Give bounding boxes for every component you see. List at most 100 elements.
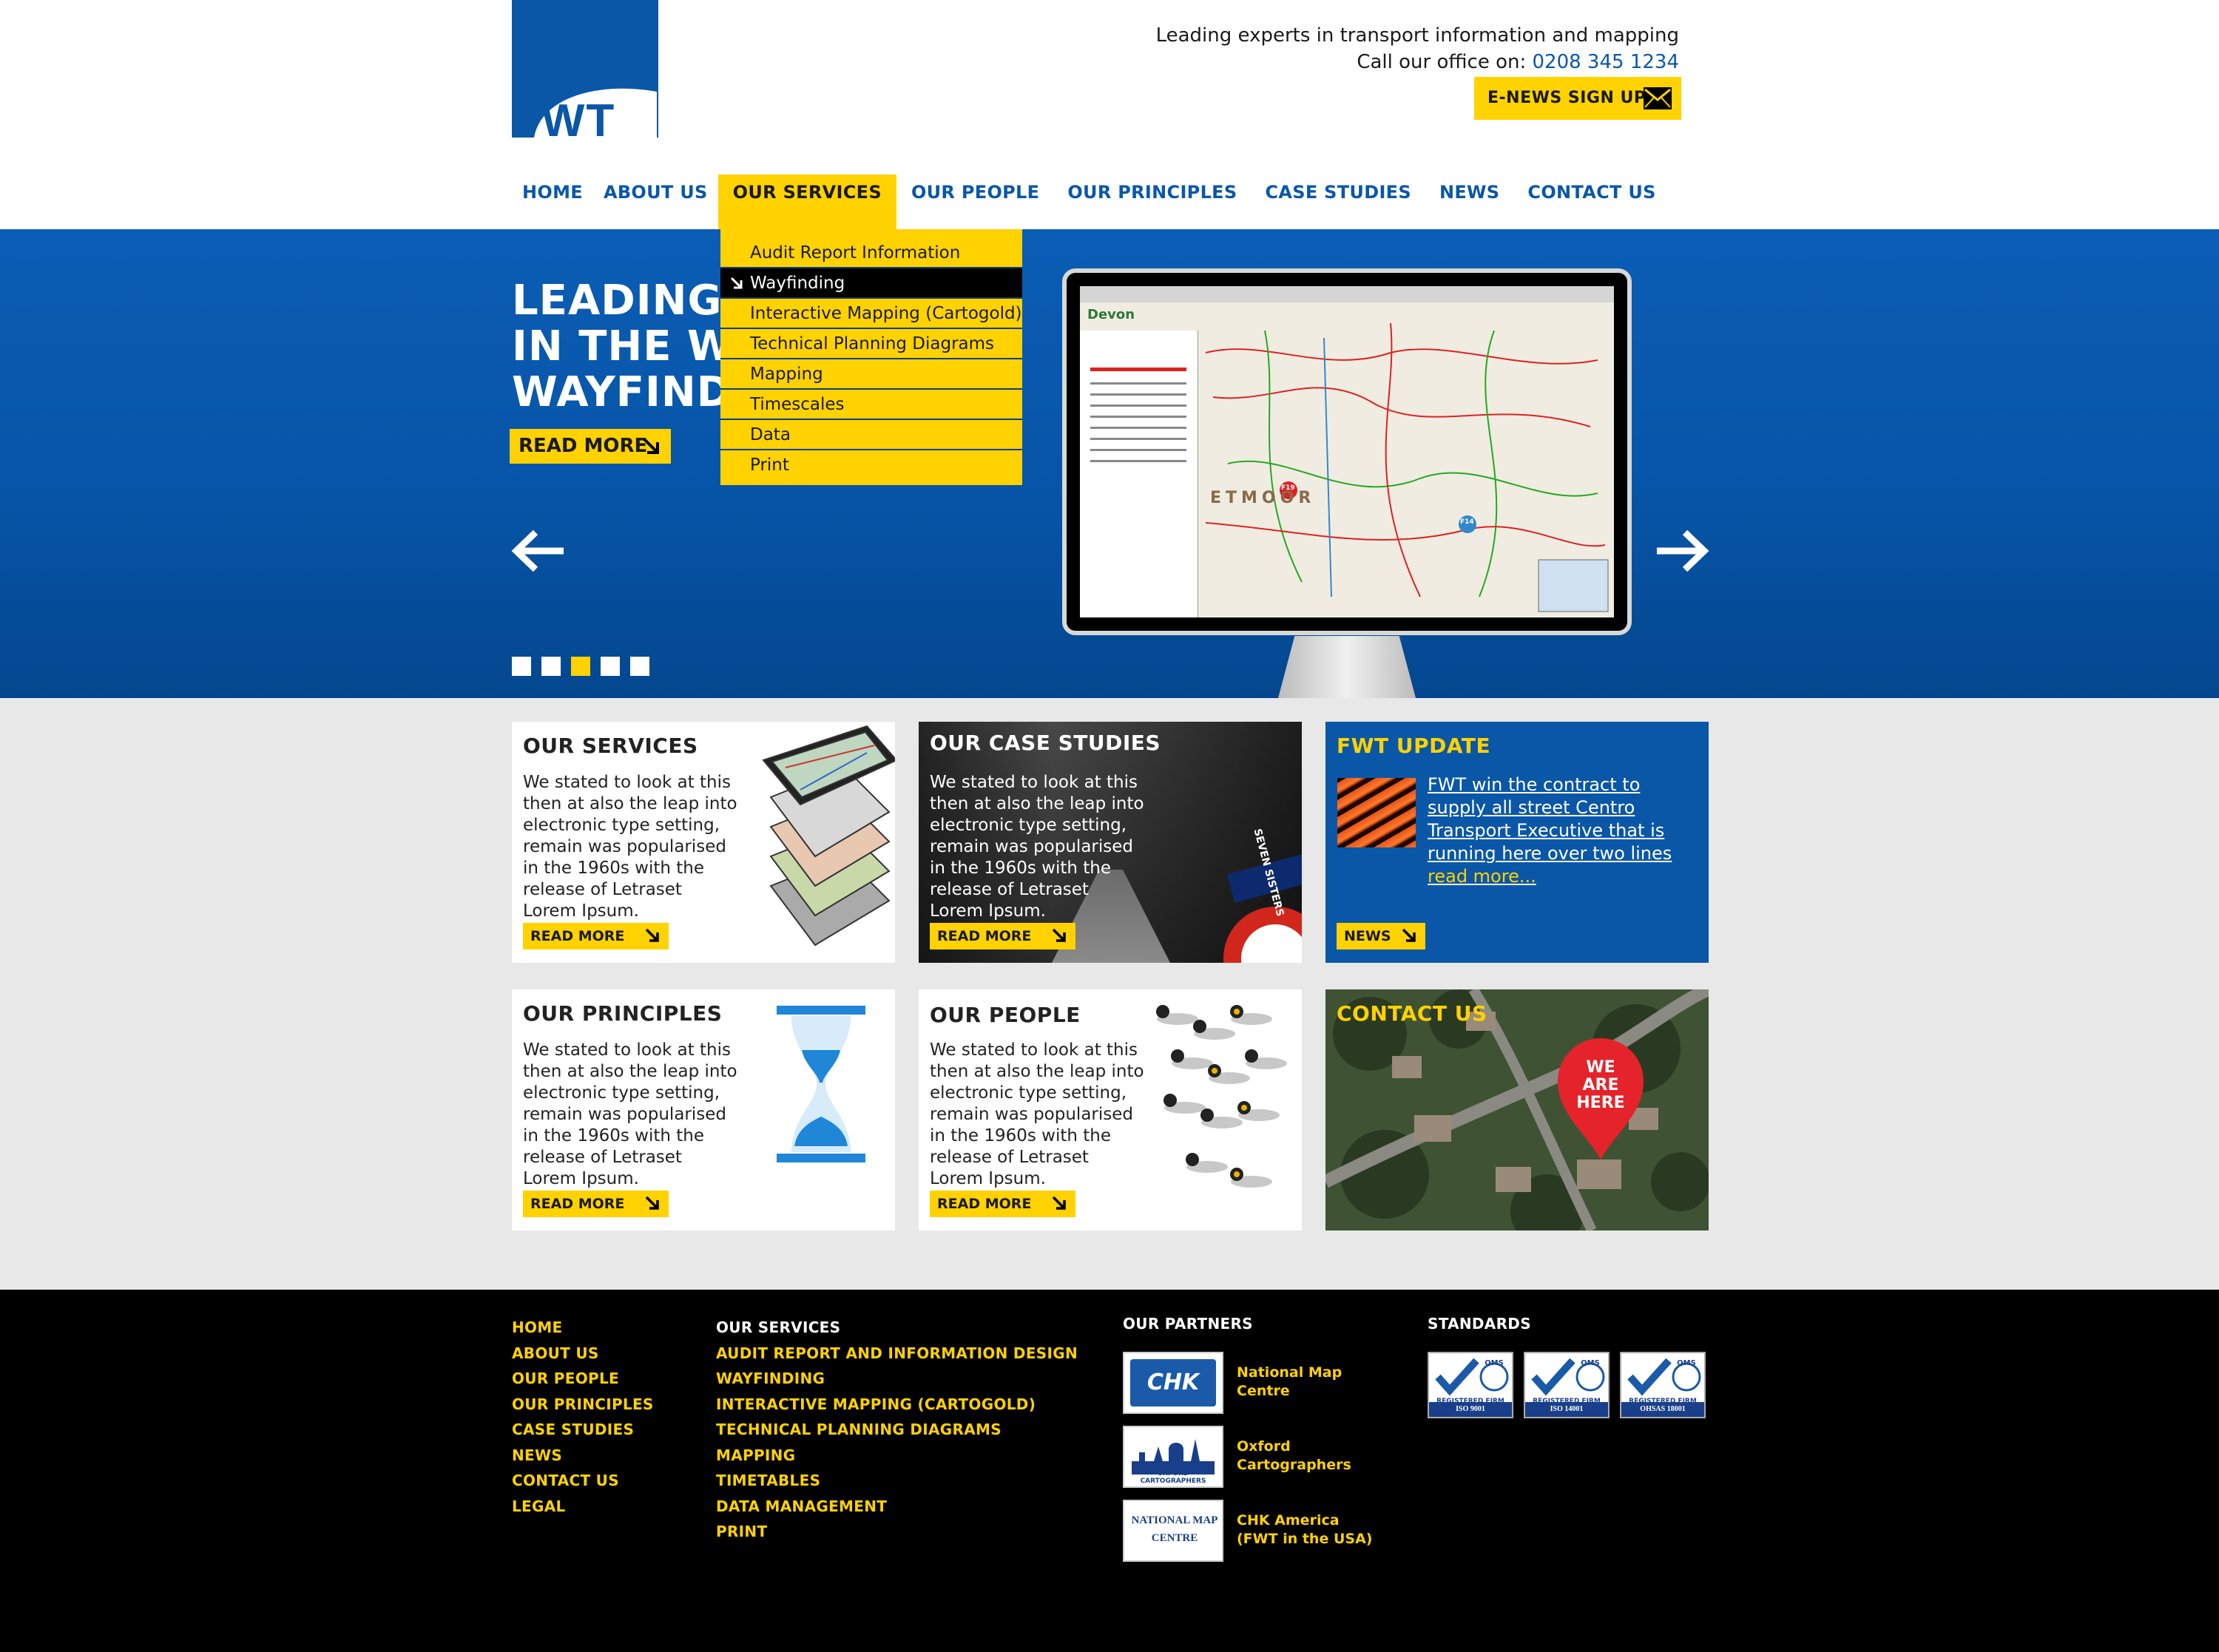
footer-link[interactable]: MAPPING (716, 1443, 1078, 1469)
pin-label-line: ARE (1582, 1076, 1619, 1094)
card-fwt-update: FWT UPDATE FWT win the contract to suppl… (1325, 722, 1709, 963)
nav-about[interactable]: ABOUT US (593, 175, 718, 229)
pin-label-line: WE (1586, 1058, 1615, 1077)
prev-slide-arrow-icon[interactable] (510, 525, 570, 577)
footer-link[interactable]: HOME (512, 1315, 654, 1341)
next-slide-arrow-icon[interactable] (1651, 525, 1710, 577)
footer-link[interactable]: OUR PRINCIPLES (512, 1392, 654, 1418)
partner-logo-oxford[interactable]: OXFORD CARTOGRAPHERS (1123, 1426, 1223, 1488)
oxford-skyline-icon (1132, 1439, 1215, 1475)
partner-name-line: Centre (1237, 1383, 1290, 1399)
card-our-services: OUR SERVICES We stated to look at this t… (512, 722, 895, 963)
slide-dot[interactable] (601, 657, 620, 676)
footer-link[interactable]: TIMETABLES (716, 1468, 1078, 1494)
dropdown-item[interactable]: Technical Planning Diagrams (720, 329, 1022, 359)
standard-badge-iso14001: QMS REGISTERED FIRM ISO 14001 (1524, 1352, 1610, 1418)
footer-link[interactable]: CONTACT US (512, 1468, 654, 1494)
read-more-label: READ MORE (937, 1196, 1032, 1212)
partner-name-line: National Map (1237, 1364, 1342, 1381)
site-header: FWT Leading experts in transport informa… (0, 0, 2219, 229)
read-more-link[interactable]: read more... (1428, 866, 1536, 887)
dropdown-item[interactable]: Audit Report Information (720, 238, 1022, 268)
card-title: OUR SERVICES (523, 734, 698, 758)
standard-badge-iso9001: QMS REGISTERED FIRM ISO 9001 (1428, 1352, 1513, 1418)
envelope-icon (1644, 87, 1672, 109)
card-body: We stated to look at this then at also t… (523, 1040, 737, 1188)
hero-title-line: IN THE WORLD OF (512, 322, 734, 370)
footer-link[interactable]: NEWS (512, 1443, 654, 1469)
dropdown-item[interactable]: Interactive Mapping (Cartogold) (720, 299, 1022, 329)
read-more-label: READ MORE (530, 1196, 625, 1212)
card-contact-us[interactable]: WE ARE HERE CONTACT US (1325, 989, 1709, 1230)
services-read-more-button[interactable]: READ MORE (523, 923, 669, 949)
news-link[interactable]: FWT win the contract to supply all stree… (1428, 773, 1688, 888)
slide-dot[interactable] (541, 657, 561, 676)
nav-people[interactable]: OUR PEOPLE (896, 175, 1050, 229)
nav-services[interactable]: OUR SERVICES (717, 175, 896, 229)
news-button[interactable]: NEWS (1337, 923, 1425, 949)
people-read-more-button[interactable]: READ MORE (930, 1191, 1076, 1217)
layered-maps-illustration (762, 725, 895, 947)
dropdown-item[interactable]: Timescales (720, 390, 1022, 420)
footer-link[interactable]: OUR PEOPLE (512, 1366, 654, 1392)
footer-link[interactable]: AUDIT REPORT AND INFORMATION DESIGN (716, 1341, 1078, 1367)
card-our-people: OUR PEOPLE We stated to look at this the… (919, 989, 1302, 1230)
footer-link[interactable]: DATA MANAGEMENT (716, 1494, 1078, 1520)
standard-label: ISO 14001 (1525, 1402, 1608, 1417)
news-text: FWT win the contract to supply all stree… (1428, 774, 1672, 864)
partner-name: CHK America (FWT in the USA) (1237, 1511, 1372, 1548)
map-marker-label: F14 (1460, 518, 1474, 526)
footer-link[interactable]: TECHNICAL PLANNING DIAGRAMS (716, 1417, 1078, 1443)
oxford-logo-text: OXFORD CARTOGRAPHERS (1140, 1470, 1206, 1485)
hero-read-more-label: READ MORE (519, 435, 648, 457)
footer-link[interactable]: PRINT (716, 1519, 1078, 1545)
pin-label-line: HERE (1576, 1094, 1625, 1112)
nav-contact[interactable]: CONTACT US (1510, 175, 1666, 229)
nav-home[interactable]: HOME (512, 175, 593, 229)
partner-name: Oxford Cartographers (1237, 1438, 1351, 1475)
nav-case-studies[interactable]: CASE STUDIES (1247, 175, 1422, 229)
footer-services: OUR SERVICES AUDIT REPORT AND INFORMATIO… (716, 1315, 1078, 1545)
footer-link[interactable]: ABOUT US (512, 1341, 654, 1367)
dropdown-item-label: Wayfinding (750, 274, 845, 293)
partner-name-line: CHK America (1237, 1512, 1340, 1529)
card-body: We stated to look at this then at also t… (930, 773, 1144, 921)
footer-heading: OUR SERVICES (716, 1318, 841, 1336)
case-studies-read-more-button[interactable]: READ MORE (930, 923, 1076, 949)
slide-dot-active[interactable] (571, 657, 590, 676)
slide-dot[interactable] (512, 657, 531, 676)
main-nav: HOME ABOUT US OUR SERVICES OUR PEOPLE OU… (512, 175, 1666, 229)
dropdown-item-selected[interactable]: Wayfinding (720, 268, 1022, 299)
dropdown-item[interactable]: Print (720, 450, 1022, 481)
slide-dot[interactable] (630, 657, 649, 676)
qms-mark: QMS (1581, 1359, 1600, 1367)
monitor-stand (1278, 636, 1416, 698)
nmc-logo-text: NATIONAL MAP CENTRE (1131, 1514, 1218, 1544)
footer-link[interactable]: CASE STUDIES (512, 1417, 654, 1443)
map-routes-graphic (1090, 322, 1609, 612)
fwt-logo[interactable]: FWT (512, 0, 658, 138)
footer-link[interactable]: LEGAL (512, 1494, 654, 1520)
hourglass-icon (777, 1006, 865, 1162)
chk-logo-text: CHK (1130, 1359, 1216, 1406)
partner-logo-national-map-centre[interactable]: NATIONAL MAP CENTRE (1123, 1500, 1223, 1562)
card-title: OUR PRINCIPLES (523, 1001, 723, 1026)
phone-link[interactable]: 0208 345 1234 (1533, 51, 1680, 73)
footer-link[interactable]: WAYFINDING (716, 1366, 1078, 1392)
news-thumbnail (1337, 778, 1416, 847)
footer-link[interactable]: INTERACTIVE MAPPING (CARTOGOLD) (716, 1392, 1078, 1418)
slide-pagination (512, 657, 649, 676)
enews-signup-button[interactable]: E-NEWS SIGN UP (1474, 77, 1681, 120)
dropdown-item[interactable]: Data (720, 420, 1022, 450)
arrow-down-right-icon (643, 438, 659, 454)
dropdown-item[interactable]: Mapping (720, 359, 1022, 390)
hero-read-more-button[interactable]: READ MORE (510, 429, 671, 464)
partner-logo-chk[interactable]: CHK (1123, 1352, 1223, 1414)
read-more-label: READ MORE (530, 928, 625, 944)
nav-principles[interactable]: OUR PRINCIPLES (1050, 175, 1247, 229)
nav-news[interactable]: NEWS (1422, 175, 1510, 229)
hero-title-line: LEADING THE WAY (512, 278, 734, 325)
map-screenshot: Devon F19 F14 ETMOOR (1080, 286, 1614, 617)
monitor-image: Devon F19 F14 ETMOOR (1062, 268, 1632, 635)
principles-read-more-button[interactable]: READ MORE (523, 1191, 669, 1217)
